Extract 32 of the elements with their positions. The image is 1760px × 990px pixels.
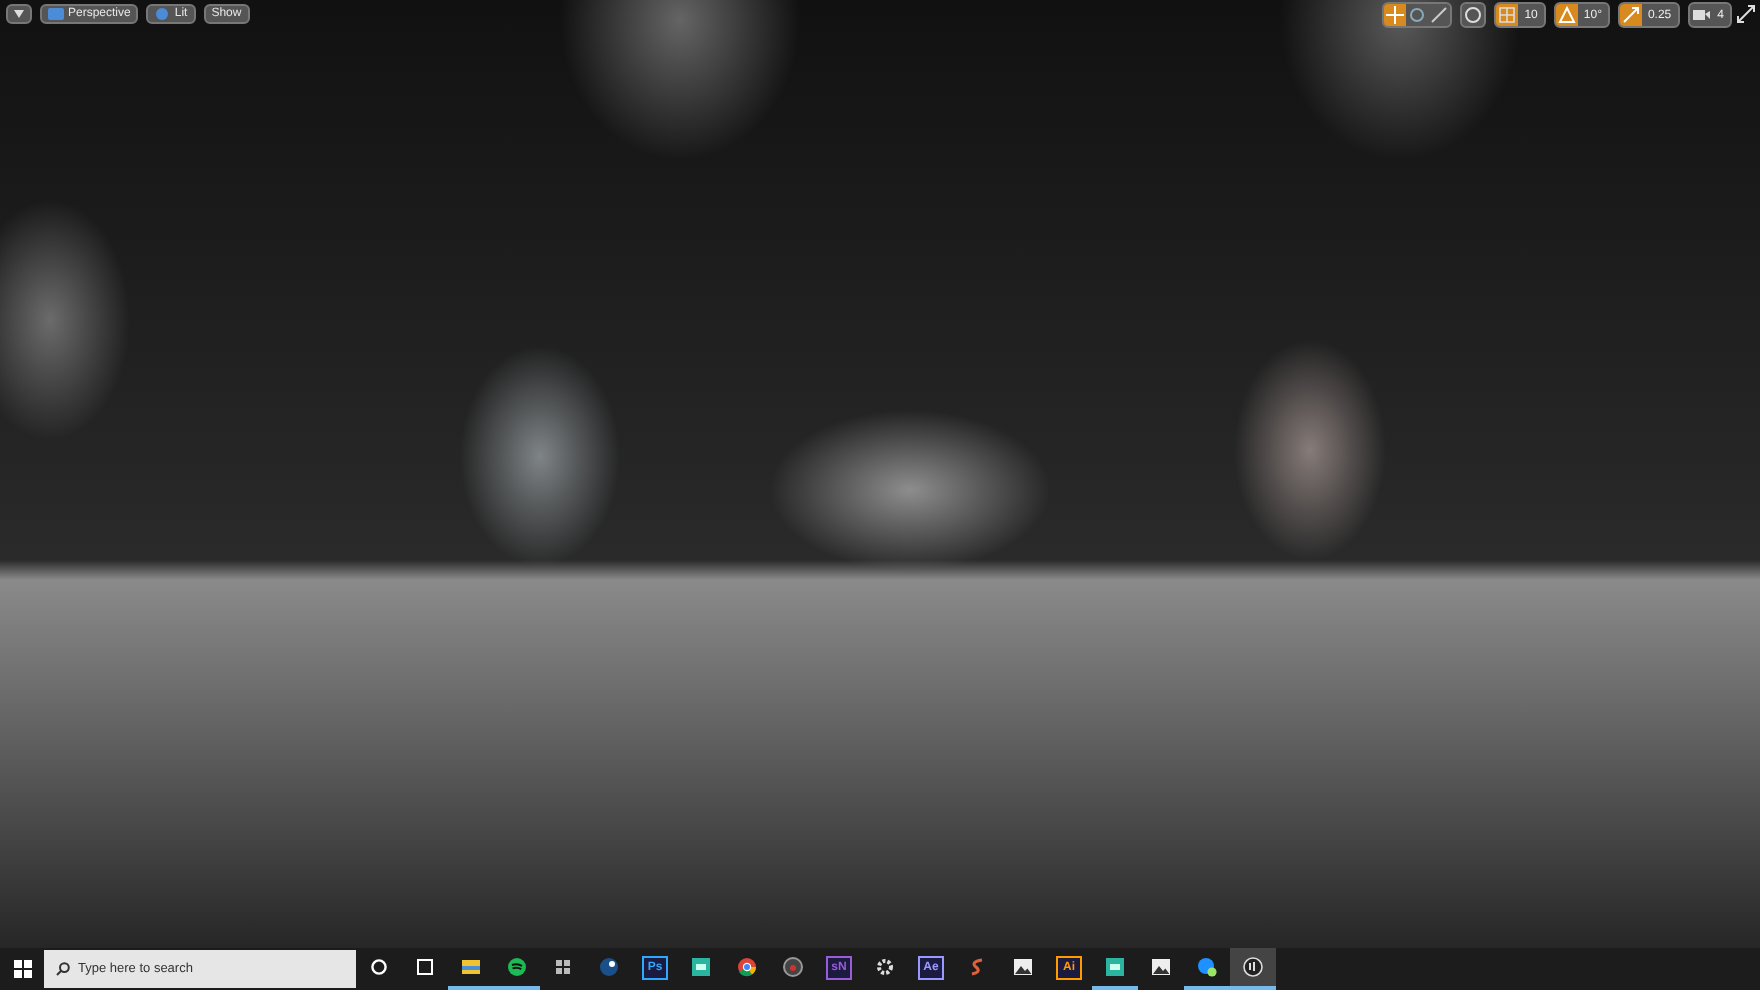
- maximize-icon[interactable]: [1736, 4, 1756, 24]
- angle-icon: [1555, 4, 1578, 26]
- viewport-options-button[interactable]: [6, 4, 32, 24]
- caret-icon: [14, 10, 24, 18]
- chat-icon: [1196, 956, 1218, 978]
- swirl-icon: [966, 956, 988, 978]
- folder-icon: [460, 956, 482, 978]
- steam-icon: [598, 956, 620, 978]
- globe-icon[interactable]: [1464, 6, 1483, 24]
- move-icon: [1386, 6, 1405, 24]
- transform-toolbar[interactable]: [1382, 2, 1453, 28]
- unreal-icon: [1242, 956, 1264, 978]
- tile-icon: [690, 956, 712, 978]
- tile-icon: [1104, 956, 1126, 978]
- camera-icon: [1689, 4, 1712, 26]
- cortana-icon[interactable]: [370, 958, 388, 976]
- scale-icon: [1619, 4, 1642, 26]
- image-icon: [1150, 956, 1172, 978]
- task-view-icon[interactable]: [416, 958, 434, 976]
- image-icon: [1012, 956, 1034, 978]
- scale-icon: [1430, 6, 1449, 24]
- rotate-icon: [1408, 6, 1427, 24]
- spotify-icon: [506, 956, 528, 978]
- grid-icon: [552, 956, 574, 978]
- chrome-icon: [736, 956, 758, 978]
- cube-icon: [48, 8, 64, 20]
- search-icon: [56, 962, 70, 976]
- sphere-icon: [154, 8, 171, 20]
- windows-start-icon[interactable]: [13, 960, 31, 978]
- grid-icon: [1496, 4, 1519, 26]
- gear-icon: [874, 956, 896, 978]
- taskbar-app[interactable]: [1230, 948, 1276, 990]
